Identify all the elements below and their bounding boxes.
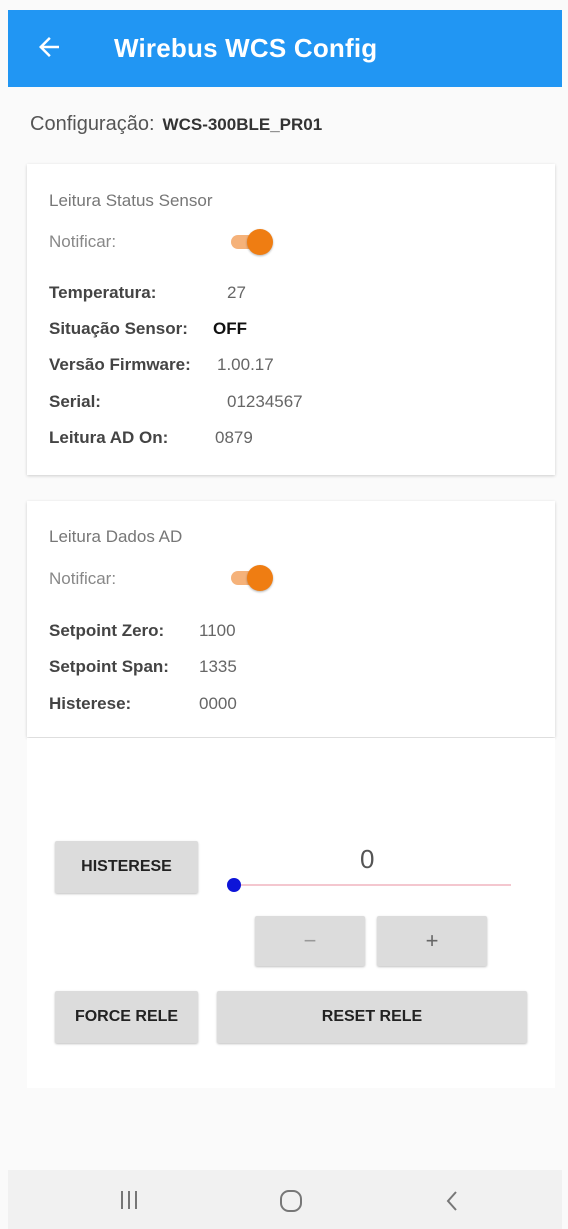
app-title: Wirebus WCS Config	[114, 33, 378, 63]
increment-button[interactable]: +	[377, 916, 487, 966]
config-label: Configuração:	[30, 113, 155, 135]
field-situacao-sensor: Situação Sensor: OFF	[49, 319, 247, 338]
notify-label: Notificar:	[49, 232, 117, 251]
slider-value: 0	[360, 844, 375, 874]
notify-toggle[interactable]	[227, 228, 273, 256]
reset-rele-button[interactable]: RESET RELE	[217, 991, 527, 1043]
recent-apps-icon[interactable]	[118, 1190, 140, 1210]
arrow-left-icon[interactable]	[34, 32, 64, 62]
field-setpoint-zero: Setpoint Zero: 1100	[49, 621, 236, 640]
controls-card: HISTERESE 0 − + FORCE RELE RESET RELE	[27, 738, 555, 1088]
config-value: WCS-300BLE_PR01	[162, 115, 323, 134]
status-sensor-card: Leitura Status Sensor Notificar: Tempera…	[27, 164, 555, 475]
slider-track[interactable]	[233, 884, 511, 886]
app-bar: Wirebus WCS Config	[8, 10, 562, 87]
field-serial: Serial: 01234567	[49, 392, 303, 411]
field-leitura-ad-on: Leitura AD On: 0879	[49, 428, 253, 447]
histerese-button[interactable]: HISTERESE	[55, 841, 198, 893]
field-setpoint-span: Setpoint Span: 1335	[49, 657, 237, 676]
notify-toggle[interactable]	[227, 564, 273, 592]
slider-thumb[interactable]	[227, 878, 241, 892]
field-versao-firmware: Versão Firmware: 1.00.17	[49, 355, 274, 374]
dados-ad-card: Leitura Dados AD Notificar: Setpoint Zer…	[27, 501, 555, 737]
system-nav-bar	[8, 1170, 562, 1229]
decrement-button[interactable]: −	[255, 916, 365, 966]
card-title: Leitura Dados AD	[49, 527, 183, 546]
field-histerese: Histerese: 0000	[49, 694, 237, 713]
back-chevron-icon[interactable]	[444, 1189, 460, 1213]
notify-label: Notificar:	[49, 569, 117, 588]
home-icon[interactable]	[278, 1188, 304, 1214]
force-rele-button[interactable]: FORCE RELE	[55, 991, 198, 1043]
card-title: Leitura Status Sensor	[49, 191, 213, 210]
field-temperatura: Temperatura: 27	[49, 283, 246, 302]
config-row: Configuração: WCS-300BLE_PR01	[30, 113, 322, 136]
